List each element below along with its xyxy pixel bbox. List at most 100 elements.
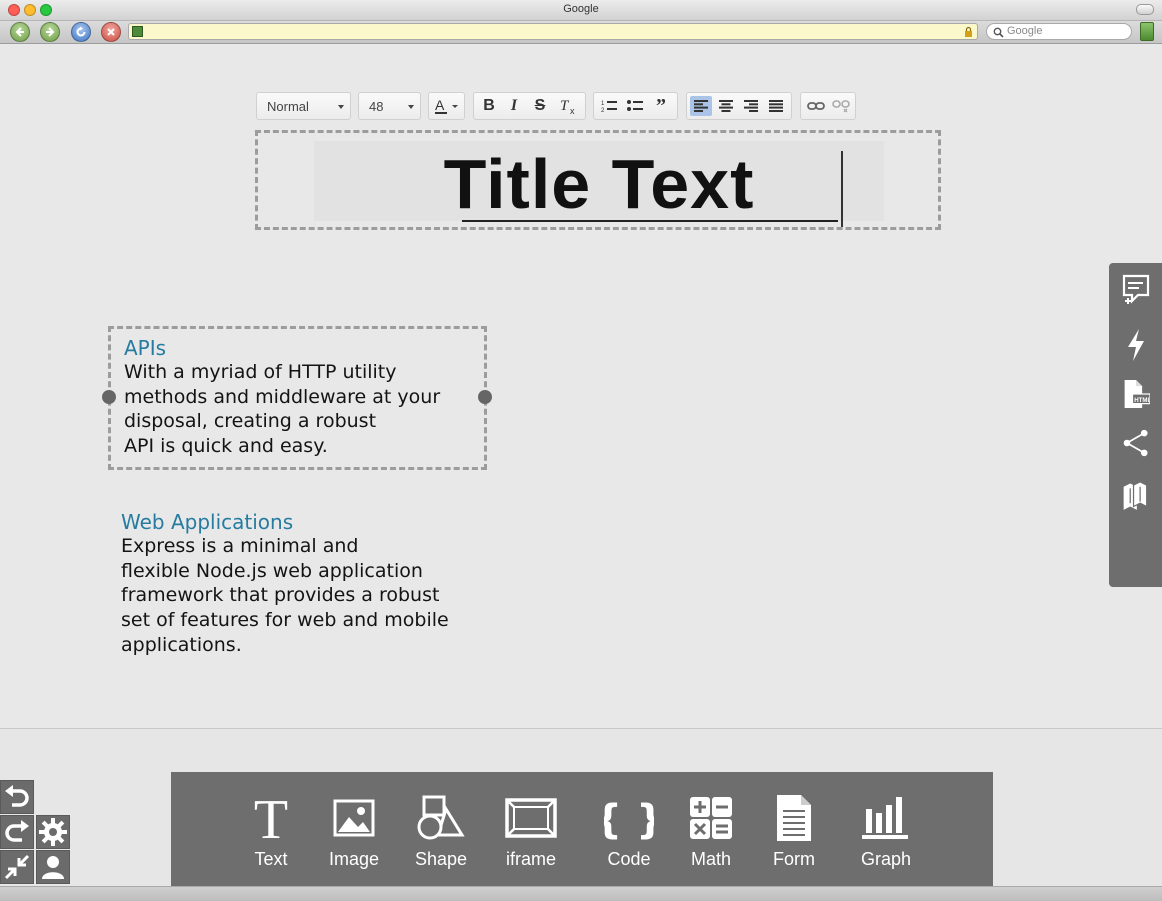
inline-style-group: B I S Tx xyxy=(473,92,586,120)
back-button[interactable] xyxy=(10,22,30,42)
text-cursor xyxy=(841,151,843,227)
insert-code-button[interactable]: { } Code xyxy=(584,782,674,882)
image-icon xyxy=(309,790,399,846)
web-apps-line: flexible Node.js web application xyxy=(121,559,423,582)
insert-image-button[interactable]: Image xyxy=(309,782,399,882)
font-size-select[interactable]: 48 xyxy=(358,92,421,120)
remove-format-icon: Tx xyxy=(560,98,575,115)
window-titlebar: Google xyxy=(0,0,1162,21)
blockquote-icon: ” xyxy=(656,95,666,117)
alignment-group xyxy=(686,92,792,120)
stop-button[interactable] xyxy=(101,22,121,42)
apis-line: API is quick and easy. xyxy=(124,435,328,458)
title-edit-area[interactable]: Title Text xyxy=(314,141,884,227)
search-placeholder: Google xyxy=(1007,25,1043,37)
align-justify-icon xyxy=(769,100,783,112)
shape-icon xyxy=(396,790,486,846)
align-right-icon xyxy=(744,100,758,112)
redo-button[interactable] xyxy=(0,815,34,849)
forward-button[interactable] xyxy=(40,22,60,42)
web-apps-heading[interactable]: Web Applications xyxy=(121,510,293,534)
insert-graph-button[interactable]: Graph xyxy=(841,782,931,882)
insert-math-button[interactable]: Math xyxy=(666,782,756,882)
site-favicon-icon xyxy=(132,26,143,37)
insert-form-label: Form xyxy=(773,849,815,869)
align-justify-button[interactable] xyxy=(765,96,787,116)
insert-text-button[interactable]: T Text xyxy=(226,782,316,882)
arrow-left-icon xyxy=(15,27,24,37)
stop-icon xyxy=(107,28,115,36)
unlink-button[interactable] xyxy=(830,96,852,116)
strikethrough-button[interactable]: S xyxy=(529,96,551,116)
insert-image-label: Image xyxy=(328,849,380,869)
address-bar[interactable] xyxy=(128,23,978,40)
insert-shape-label: Shape xyxy=(414,849,468,869)
align-right-button[interactable] xyxy=(740,96,762,116)
insert-shape-button[interactable]: Shape xyxy=(396,782,486,882)
bullet-list-icon xyxy=(627,100,643,111)
undo-button[interactable] xyxy=(0,780,34,814)
reload-button[interactable] xyxy=(71,22,91,42)
svg-text:2: 2 xyxy=(601,108,605,113)
ordered-list-button[interactable]: 12 xyxy=(598,96,620,116)
resize-handle-right[interactable] xyxy=(478,390,492,404)
link-button[interactable] xyxy=(805,96,827,116)
toolbar-toggle-button[interactable] xyxy=(1136,4,1154,15)
remove-format-button[interactable]: Tx xyxy=(557,96,579,116)
user-icon xyxy=(42,856,64,879)
font-color-icon: A xyxy=(435,97,458,114)
html-file-icon[interactable]: HTML xyxy=(1122,376,1150,412)
bold-button[interactable]: B xyxy=(478,96,500,116)
align-left-button[interactable] xyxy=(690,96,712,116)
font-color-button[interactable]: A xyxy=(432,96,462,116)
link-group xyxy=(800,92,856,120)
format-select[interactable]: Normal xyxy=(256,92,351,120)
insert-iframe-button[interactable]: iframe xyxy=(486,782,576,882)
svg-text:1: 1 xyxy=(601,101,605,107)
browser-toolbar: Google xyxy=(0,21,1162,44)
italic-button[interactable]: I xyxy=(503,96,525,116)
search-icon xyxy=(993,27,1004,38)
blockquote-button[interactable]: ” xyxy=(650,96,672,116)
ordered-list-icon: 12 xyxy=(601,101,617,113)
chevron-down-icon xyxy=(408,105,414,109)
web-apps-line: set of features for web and mobile xyxy=(121,609,449,632)
books-icon[interactable] xyxy=(1122,477,1150,513)
italic-icon: I xyxy=(510,97,518,114)
collapse-button[interactable] xyxy=(0,850,34,884)
search-field[interactable]: Google xyxy=(986,23,1132,40)
lightning-icon[interactable] xyxy=(1122,327,1150,363)
page-title[interactable]: Title Text xyxy=(314,149,884,219)
font-size-value: 48 xyxy=(369,99,384,114)
arrow-right-icon xyxy=(46,27,55,37)
form-icon xyxy=(749,790,839,846)
align-center-button[interactable] xyxy=(715,96,737,116)
title-text-box[interactable]: Title Text xyxy=(255,130,941,230)
bold-icon: B xyxy=(483,97,495,114)
svg-text:T: T xyxy=(560,98,570,114)
resize-handle-left[interactable] xyxy=(102,390,116,404)
svg-text:{ }: { } xyxy=(604,797,654,841)
bullet-list-button[interactable] xyxy=(624,96,646,116)
insert-math-label: Math xyxy=(690,849,732,869)
block-style-group: 12 ” xyxy=(593,92,678,120)
apis-body: With a myriad of HTTP utility methods an… xyxy=(124,360,440,459)
unlink-icon xyxy=(832,100,850,113)
settings-button[interactable] xyxy=(36,815,70,849)
insert-text-label: Text xyxy=(254,849,288,869)
web-apps-line: Express is a minimal and xyxy=(121,535,359,557)
user-button[interactable] xyxy=(36,850,70,884)
align-left-icon xyxy=(694,100,708,112)
insert-form-button[interactable]: Form xyxy=(749,782,839,882)
graph-icon xyxy=(841,790,931,846)
add-note-icon[interactable] xyxy=(1122,272,1150,308)
bookmark-icon[interactable] xyxy=(1140,22,1154,41)
web-apps-line: framework that provides a robust xyxy=(121,584,440,607)
web-apps-body[interactable]: Express is a minimal and flexible Node.j… xyxy=(121,534,449,658)
share-icon[interactable] xyxy=(1122,425,1150,461)
apis-heading: APIs xyxy=(124,336,167,360)
svg-text:T: T xyxy=(254,792,288,844)
apis-line: disposal, creating a robust xyxy=(124,410,377,433)
chevron-down-icon xyxy=(338,105,344,109)
iframe-icon xyxy=(486,790,576,846)
